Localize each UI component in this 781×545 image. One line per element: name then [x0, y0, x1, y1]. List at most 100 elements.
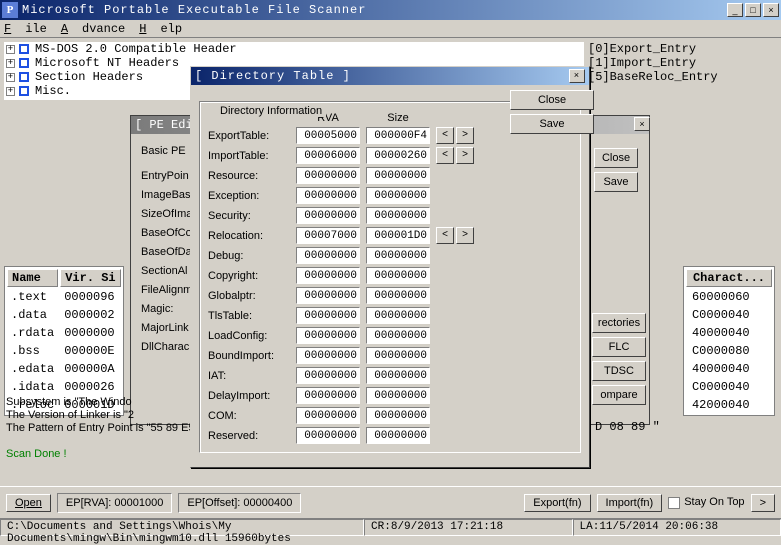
rva-input[interactable]: [296, 187, 360, 204]
prev-arrow-button[interactable]: <: [436, 127, 454, 144]
size-input[interactable]: [366, 287, 430, 304]
dir-label: Relocation:: [208, 230, 290, 242]
stay-on-top-checkbox[interactable]: Stay On Top: [668, 496, 744, 508]
dlg-close-button[interactable]: Close: [510, 90, 594, 110]
size-input[interactable]: [366, 327, 430, 344]
size-input[interactable]: [366, 367, 430, 384]
size-input[interactable]: [366, 407, 430, 424]
dir-label: COM:: [208, 410, 290, 422]
scan-done-label: Scan Done !: [6, 448, 67, 460]
close-button[interactable]: ×: [763, 3, 779, 17]
pe-close-button[interactable]: Close: [594, 148, 638, 168]
rva-input[interactable]: [296, 267, 360, 284]
list-item[interactable]: [0]Export_Entry: [588, 42, 775, 56]
dir-label: Globalptr:: [208, 290, 290, 302]
table-row[interactable]: .rdata0000000: [7, 325, 121, 341]
directories-button[interactable]: rectories: [592, 313, 646, 333]
size-input[interactable]: [366, 427, 430, 444]
dlg-save-button[interactable]: Save: [510, 114, 594, 134]
list-item[interactable]: [1]Import_Entry: [588, 56, 775, 70]
size-input[interactable]: [366, 347, 430, 364]
table-row[interactable]: 42000040: [686, 397, 772, 413]
expand-icon[interactable]: +: [6, 45, 15, 54]
node-icon: [19, 86, 29, 96]
cell-charact: C0000040: [686, 307, 772, 323]
size-input[interactable]: [366, 267, 430, 284]
table-row[interactable]: 60000060: [686, 289, 772, 305]
table-row[interactable]: C0000040: [686, 379, 772, 395]
dir-label: DelayImport:: [208, 390, 290, 402]
tdsc-button[interactable]: TDSC: [592, 361, 646, 381]
dialog-close-icon[interactable]: ×: [569, 69, 585, 83]
size-input[interactable]: [366, 227, 430, 244]
cell-name: .text: [7, 289, 58, 305]
size-input[interactable]: [366, 127, 430, 144]
expand-icon[interactable]: +: [6, 73, 15, 82]
next-button[interactable]: >: [751, 494, 775, 512]
expand-icon[interactable]: +: [6, 87, 15, 96]
rva-input[interactable]: [296, 427, 360, 444]
expand-icon[interactable]: +: [6, 59, 15, 68]
rva-input[interactable]: [296, 407, 360, 424]
next-arrow-button[interactable]: >: [456, 127, 474, 144]
prev-arrow-button[interactable]: <: [436, 227, 454, 244]
table-row[interactable]: .idata0000026: [7, 379, 121, 395]
open-button[interactable]: Open: [6, 494, 51, 512]
col-charact[interactable]: Charact...: [686, 269, 772, 287]
flc-button[interactable]: FLC: [592, 337, 646, 357]
table-row[interactable]: C0000040: [686, 307, 772, 323]
export-fn-button[interactable]: Export(fn): [524, 494, 590, 512]
rva-input[interactable]: [296, 367, 360, 384]
size-input[interactable]: [366, 147, 430, 164]
compare-button[interactable]: ompare: [592, 385, 646, 405]
size-input[interactable]: [366, 307, 430, 324]
menu-advance[interactable]: Advance: [61, 22, 125, 36]
dialog-title-bar[interactable]: [ Directory Table ] ×: [191, 67, 589, 85]
rva-input[interactable]: [296, 307, 360, 324]
prev-arrow-button[interactable]: <: [436, 147, 454, 164]
table-row[interactable]: 40000040: [686, 325, 772, 341]
list-item[interactable]: [5]BaseReloc_Entry: [588, 70, 775, 84]
cell-name: .edata: [7, 361, 58, 377]
rva-input[interactable]: [296, 247, 360, 264]
rva-input[interactable]: [296, 387, 360, 404]
import-fn-button[interactable]: Import(fn): [597, 494, 663, 512]
rva-input[interactable]: [296, 167, 360, 184]
table-row[interactable]: .text0000096: [7, 289, 121, 305]
cell-charact: C0000040: [686, 379, 772, 395]
rva-input[interactable]: [296, 207, 360, 224]
table-row[interactable]: C0000080: [686, 343, 772, 359]
pe-editor-close-icon[interactable]: ×: [634, 117, 650, 131]
next-arrow-button[interactable]: >: [456, 227, 474, 244]
col-vsize[interactable]: Vir. Si: [60, 269, 120, 287]
rva-input[interactable]: [296, 347, 360, 364]
size-input[interactable]: [366, 247, 430, 264]
maximize-button[interactable]: □: [745, 3, 761, 17]
menu-file[interactable]: File: [4, 22, 47, 36]
rva-input[interactable]: [296, 147, 360, 164]
size-input[interactable]: [366, 187, 430, 204]
next-arrow-button[interactable]: >: [456, 147, 474, 164]
dir-label: Exception:: [208, 190, 290, 202]
table-row[interactable]: 40000040: [686, 361, 772, 377]
pe-save-button[interactable]: Save: [594, 172, 638, 192]
table-row[interactable]: .bss000000E: [7, 343, 121, 359]
size-input[interactable]: [366, 167, 430, 184]
rva-input[interactable]: [296, 127, 360, 144]
size-input[interactable]: [366, 387, 430, 404]
info-ep-pattern: The Pattern of Entry Point is "55 89 E5: [6, 422, 195, 435]
tree-item[interactable]: +MS-DOS 2.0 Compatible Header: [4, 42, 584, 56]
ep-rva-field: EP[RVA]: 00001000: [57, 493, 172, 513]
rva-input[interactable]: [296, 327, 360, 344]
cell-name: .data: [7, 307, 58, 323]
info-linker: The Version of Linker is "2: [6, 409, 195, 422]
rva-input[interactable]: [296, 287, 360, 304]
col-name[interactable]: Name: [7, 269, 58, 287]
rva-input[interactable]: [296, 227, 360, 244]
menu-help[interactable]: Help: [139, 22, 182, 36]
minimize-button[interactable]: _: [727, 3, 743, 17]
node-icon: [19, 72, 29, 82]
table-row[interactable]: .edata000000A: [7, 361, 121, 377]
size-input[interactable]: [366, 207, 430, 224]
table-row[interactable]: .data0000002: [7, 307, 121, 323]
